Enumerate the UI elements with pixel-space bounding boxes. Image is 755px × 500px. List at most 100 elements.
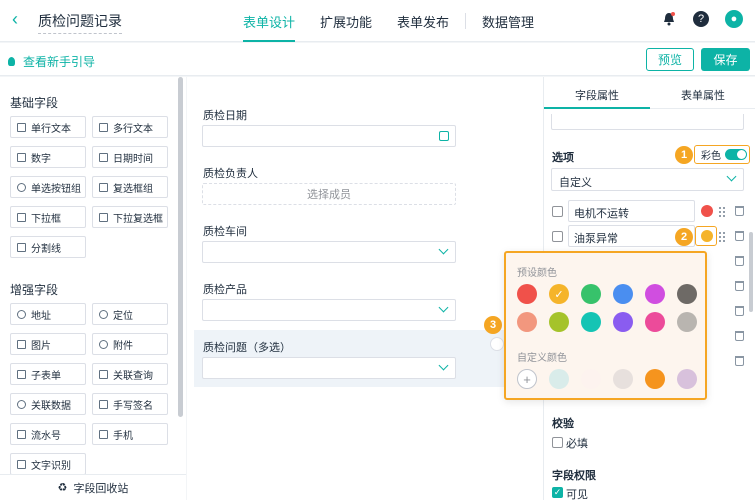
preview-button[interactable]: 预览 — [646, 48, 694, 71]
custom-color-swatch[interactable] — [613, 369, 633, 389]
main-tabs: 表单设计 扩展功能 表单发布 数据管理 — [243, 0, 559, 42]
field-label: 质检负责人 — [203, 168, 258, 180]
right-scrollbar[interactable] — [749, 232, 753, 312]
back-icon[interactable]: ‹ — [12, 9, 18, 30]
number-icon — [17, 152, 26, 162]
option-color-dot[interactable] — [701, 205, 713, 217]
bell-icon[interactable] — [661, 11, 677, 27]
color-swatch[interactable] — [517, 284, 537, 304]
required-label: 必填 — [566, 438, 588, 450]
required-checkbox[interactable] — [552, 437, 563, 448]
help-icon[interactable]: ? — [693, 11, 709, 27]
custom-color-swatch[interactable] — [677, 369, 697, 389]
color-swatch[interactable] — [613, 312, 633, 332]
trash-icon[interactable] — [735, 331, 744, 341]
field-signature[interactable]: 手写签名 — [92, 393, 168, 415]
phone-icon — [99, 429, 108, 439]
field-datetime[interactable]: 日期时间 — [92, 146, 168, 168]
form-canvas: 质检日期 质检负责人 选择成员 质检车间 质检产品 质检问题（多选） — [187, 77, 543, 500]
field-related-query[interactable]: 关联查询 — [92, 363, 168, 385]
field-divider[interactable]: 分割线 — [10, 236, 86, 258]
product-dropdown[interactable] — [202, 299, 456, 321]
color-swatch[interactable] — [645, 284, 665, 304]
workshop-dropdown[interactable] — [202, 241, 456, 263]
cloud-upload-icon — [99, 339, 108, 349]
trash-icon[interactable] — [735, 306, 744, 316]
field-serial-number[interactable]: 流水号 — [10, 423, 86, 445]
field-related-data[interactable]: 关联数据 — [10, 393, 86, 415]
step-badge-2: 2 — [675, 228, 693, 246]
trash-icon[interactable] — [735, 356, 744, 366]
tab-extensions[interactable]: 扩展功能 — [320, 0, 372, 42]
toolbar: 查看新手引导 预览 保存 — [0, 43, 755, 76]
tab-data-management[interactable]: 数据管理 — [482, 0, 534, 42]
trash-icon[interactable] — [735, 231, 744, 241]
color-swatch[interactable] — [677, 312, 697, 332]
field-phone[interactable]: 手机 — [92, 423, 168, 445]
table-icon — [17, 369, 26, 379]
color-toggle[interactable]: 彩色 — [694, 145, 750, 164]
field-ocr[interactable]: 文字识别 — [10, 453, 86, 475]
enhanced-fields-title: 增强字段 — [10, 283, 59, 297]
field-permission-label: 字段权限 — [552, 470, 596, 482]
field-number[interactable]: 数字 — [10, 146, 86, 168]
trash-icon[interactable] — [735, 256, 744, 266]
form-title[interactable]: 质检问题记录 — [38, 11, 122, 34]
field-dropdown-multi[interactable]: 下拉复选框 — [92, 206, 168, 228]
field-radio-group[interactable]: 单选按钮组 — [10, 176, 86, 198]
member-select[interactable]: 选择成员 — [202, 183, 456, 205]
field-dropdown[interactable]: 下拉框 — [10, 206, 86, 228]
user-avatar-icon[interactable]: ● — [725, 10, 743, 28]
option-input[interactable]: 电机不运转 — [568, 200, 695, 222]
field-attachment[interactable]: 附件 — [92, 333, 168, 355]
color-swatch-selected[interactable]: ✓ — [549, 284, 569, 304]
option-mode-select[interactable]: 自定义 — [551, 168, 744, 191]
custom-color-swatch[interactable] — [645, 369, 665, 389]
save-button[interactable]: 保存 — [701, 48, 750, 71]
drag-handle-icon[interactable] — [718, 231, 726, 242]
option-checkbox[interactable] — [552, 206, 563, 217]
trash-icon[interactable] — [735, 281, 744, 291]
field-label: 质检产品 — [203, 284, 247, 296]
color-swatch[interactable] — [581, 312, 601, 332]
add-color-button[interactable]: + — [517, 369, 537, 389]
title-input[interactable] — [551, 114, 744, 130]
color-swatch[interactable] — [517, 312, 537, 332]
color-swatch[interactable] — [613, 284, 633, 304]
field-label: 质检问题（多选） — [203, 342, 291, 354]
color-swatch[interactable] — [549, 312, 569, 332]
tab-field-properties[interactable]: 字段属性 — [544, 77, 650, 109]
field-recycle-bin[interactable]: ♻ 字段回收站 — [0, 474, 186, 500]
custom-color-swatch[interactable] — [581, 369, 601, 389]
visible-checkbox[interactable]: ✓ — [552, 487, 563, 498]
color-swatch[interactable] — [645, 312, 665, 332]
field-single-text[interactable]: 单行文本 — [10, 116, 86, 138]
tab-form-design[interactable]: 表单设计 — [243, 0, 296, 42]
toggle-switch[interactable] — [725, 149, 747, 160]
left-scrollbar[interactable] — [178, 77, 183, 417]
divider-icon — [17, 242, 26, 252]
field-locate[interactable]: 定位 — [92, 303, 168, 325]
step-badge-1: 1 — [675, 146, 693, 164]
field-address[interactable]: 地址 — [10, 303, 86, 325]
guide-link[interactable]: 查看新手引导 — [8, 53, 95, 70]
color-swatch[interactable] — [677, 284, 697, 304]
chevron-down-icon — [726, 171, 737, 182]
field-subform[interactable]: 子表单 — [10, 363, 86, 385]
field-label: 质检车间 — [203, 226, 247, 238]
field-multi-text[interactable]: 多行文本 — [92, 116, 168, 138]
dropdown-icon — [17, 212, 26, 222]
issue-multi-dropdown[interactable] — [202, 357, 456, 379]
copy-icon[interactable] — [490, 337, 504, 351]
color-swatch[interactable] — [581, 284, 601, 304]
tab-publish[interactable]: 表单发布 — [397, 0, 449, 42]
trash-icon[interactable] — [735, 206, 744, 216]
option-checkbox[interactable] — [552, 231, 563, 242]
drag-handle-icon[interactable] — [718, 206, 726, 217]
field-checkbox-group[interactable]: 复选框组 — [92, 176, 168, 198]
field-image[interactable]: 图片 — [10, 333, 86, 355]
custom-color-swatch[interactable] — [549, 369, 569, 389]
date-input[interactable] — [202, 125, 456, 147]
crosshair-icon — [99, 309, 108, 319]
tab-form-properties[interactable]: 表单属性 — [650, 77, 755, 108]
